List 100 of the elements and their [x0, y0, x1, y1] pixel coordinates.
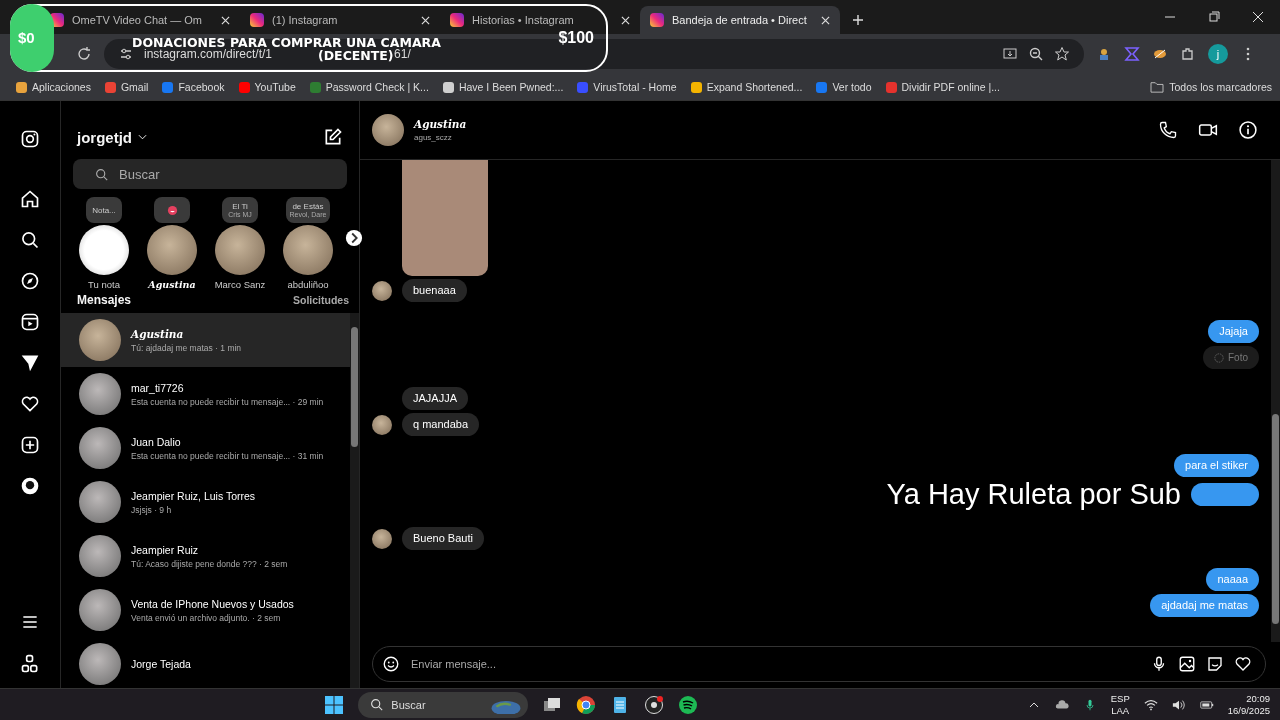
bookmark[interactable]: Password Check | K...: [325, 81, 429, 93]
emoji-icon[interactable]: [382, 655, 400, 673]
avatar: [372, 528, 392, 549]
bookmark[interactable]: Dividir PDF online |...: [901, 81, 1000, 93]
donation-title: DONACIONES PARA COMPRAR UNA CAMARA: [132, 37, 441, 50]
restore-icon[interactable]: [1208, 11, 1220, 23]
image-icon[interactable]: [1178, 655, 1196, 673]
browser-icon[interactable]: [576, 694, 597, 715]
site-settings-icon[interactable]: [118, 46, 134, 62]
new-tab-icon[interactable]: [852, 14, 864, 26]
smiley-icon: [166, 204, 178, 216]
close-icon[interactable]: [221, 15, 230, 25]
avatar[interactable]: [372, 114, 404, 146]
avatar: [79, 319, 121, 361]
browser-tab[interactable]: (1) Instagram: [240, 6, 440, 34]
bookmark-favicon-icon: [885, 81, 897, 93]
avatar: [79, 589, 121, 631]
taskbar-search[interactable]: Buscar: [358, 691, 529, 718]
zoom-icon[interactable]: [1028, 46, 1044, 62]
search-icon[interactable]: [20, 230, 40, 250]
avatar: [372, 280, 392, 301]
account-switcher[interactable]: jorgetjd: [77, 128, 132, 146]
recorder-icon[interactable]: [644, 694, 665, 715]
clock[interactable]: 20:09 16/9/2025: [1227, 692, 1270, 717]
note-bubble[interactable]: Nota...: [86, 197, 122, 223]
info-icon[interactable]: [1238, 120, 1258, 140]
avatar[interactable]: [79, 225, 129, 275]
favicon-icon: [650, 13, 664, 27]
bookmark[interactable]: Have I Been Pwned:...: [458, 81, 564, 93]
reload-icon[interactable]: [76, 46, 92, 62]
bookmark-favicon-icon: [309, 81, 321, 93]
favicon-icon: [250, 13, 264, 27]
chevron-down-icon[interactable]: [138, 134, 147, 140]
cloud-icon[interactable]: [1054, 698, 1069, 711]
language-indicator[interactable]: ESP LAA: [1110, 692, 1130, 717]
bookmark[interactable]: YouTube: [254, 81, 296, 93]
note-name: Marco Sanz: [214, 279, 266, 290]
compass-icon[interactable]: [20, 271, 40, 291]
install-icon[interactable]: [1002, 46, 1018, 62]
stream-caption: Ya Hay Ruleta por Sub: [886, 480, 1181, 509]
close-icon[interactable]: [421, 15, 430, 25]
bookmark[interactable]: Ver todo: [832, 81, 872, 93]
speaker-icon[interactable]: [1171, 698, 1186, 711]
conversation-item[interactable]: Venta de IPhone Nuevos y Usados Venta envió un archivo adjunto. · 2 sem: [61, 583, 350, 637]
sticker-icon[interactable]: [1206, 655, 1224, 673]
avatar: [79, 643, 121, 685]
requests-link[interactable]: Solicitudes: [293, 294, 349, 306]
conversation-item[interactable]: Agustina Tú: ajdadaj me matas · 1 min: [61, 313, 350, 367]
apps-icon[interactable]: [20, 654, 40, 674]
bookmark-favicon-icon: [238, 81, 250, 93]
bookmark[interactable]: VirusTotal - Home: [593, 81, 677, 93]
close-icon[interactable]: [1252, 11, 1264, 23]
reels-icon[interactable]: [20, 312, 40, 332]
donation-amount: $0: [18, 30, 35, 45]
scrollbar[interactable]: [1271, 160, 1280, 642]
conversation-item[interactable]: Jeampier Ruiz, Luis Torres Jsjsjs · 9 h: [61, 475, 350, 529]
message-bubble: JAJAJJA: [402, 387, 468, 410]
close-icon[interactable]: [821, 15, 830, 25]
close-icon[interactable]: [621, 15, 630, 25]
avatar[interactable]: [147, 225, 197, 275]
bookmark[interactable]: Facebook: [178, 81, 225, 93]
profile-avatar-icon[interactable]: [20, 476, 40, 496]
star-icon[interactable]: [1054, 46, 1070, 62]
conversation-item[interactable]: Jeampier Ruiz Tú: Acaso dijiste pene donde ??? · 2 sem: [61, 529, 350, 583]
battery-icon[interactable]: [1199, 698, 1214, 711]
create-icon[interactable]: [20, 435, 40, 455]
puzzle-icon[interactable]: [1180, 46, 1196, 62]
contact-name[interactable]: Agustina: [414, 118, 467, 130]
note-bubble[interactable]: [154, 197, 190, 223]
bookmark-favicon-icon: [104, 81, 116, 93]
chevron-right-icon[interactable]: [345, 229, 363, 247]
send-icon[interactable]: [20, 353, 40, 373]
bookmark-favicon-icon: [690, 81, 702, 93]
avatar: [79, 427, 121, 469]
conversation-item[interactable]: Juan Dalio Esta cuenta no puede recibir tu mensaje... · 31 min: [61, 421, 350, 475]
search-field[interactable]: Buscar: [73, 159, 347, 189]
conversation-item[interactable]: mar_ti7726 Esta cuenta no puede recibir tu mensaje... · 29 min: [61, 367, 350, 421]
bookmark-favicon-icon: [16, 81, 27, 93]
browser-tab[interactable]: Bandeja de entrada • Direct: [640, 6, 840, 34]
heart-icon[interactable]: [20, 394, 40, 414]
note-name: abduliñoo: [287, 279, 329, 290]
note-name: Agustina: [148, 279, 196, 290]
message-field[interactable]: Enviar mensaje...: [372, 646, 1266, 682]
bookmark[interactable]: Aplicaciones: [32, 81, 91, 93]
home-icon[interactable]: [20, 189, 40, 209]
windows-logo-icon[interactable]: [324, 694, 345, 715]
wifi-icon[interactable]: [1143, 698, 1158, 711]
phone-icon[interactable]: [1158, 120, 1178, 140]
scrollbar[interactable]: [350, 313, 359, 688]
camera-logo-icon[interactable]: [20, 129, 40, 149]
all-bookmarks[interactable]: Todos los marcadores: [1169, 81, 1272, 93]
message-bubble: naaaa: [1206, 568, 1259, 591]
bookmark[interactable]: Gmail: [120, 81, 149, 93]
compose-icon[interactable]: [323, 127, 343, 147]
bookmark[interactable]: Expand Shortened...: [706, 81, 803, 93]
avatar[interactable]: [215, 225, 265, 275]
avatar[interactable]: [283, 225, 333, 275]
heart-icon[interactable]: [1234, 655, 1252, 673]
music-app-icon[interactable]: [678, 694, 699, 715]
conversation-item[interactable]: Jorge Tejada: [61, 637, 350, 688]
